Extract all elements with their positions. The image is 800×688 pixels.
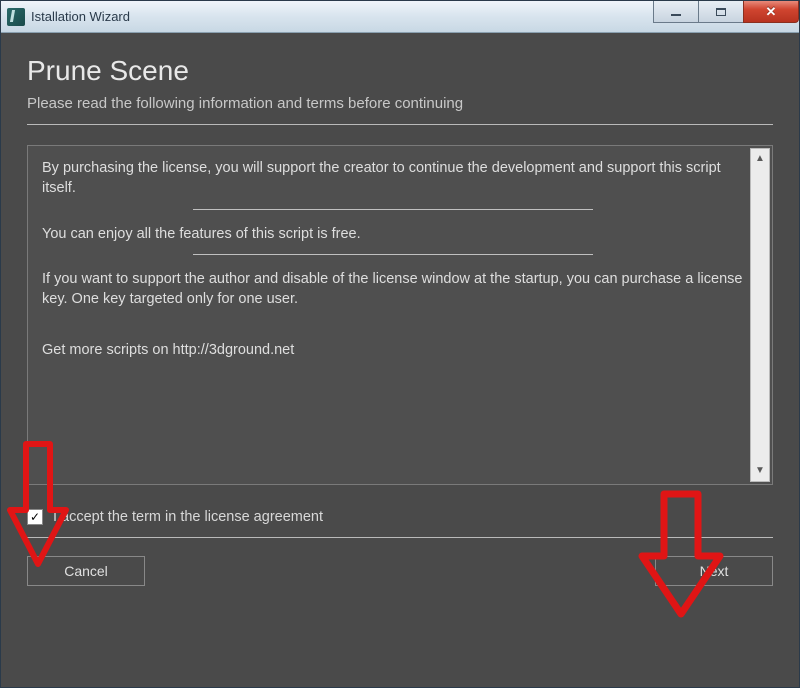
close-button[interactable]: ✕ xyxy=(743,1,799,23)
accept-label: I accept the term in the license agreeme… xyxy=(53,509,323,525)
license-paragraph: Get more scripts on http://3dground.net xyxy=(42,340,744,360)
scrollbar[interactable]: ▲ ▼ xyxy=(750,148,770,482)
installer-window: Istallation Wizard ✕ Prune Scene Please … xyxy=(0,0,800,688)
maximize-button[interactable] xyxy=(698,1,744,23)
divider xyxy=(193,254,593,255)
scroll-down-icon[interactable]: ▼ xyxy=(755,461,765,481)
next-button[interactable]: Next xyxy=(655,556,773,586)
page-title: Prune Scene xyxy=(27,55,773,87)
license-paragraph: By purchasing the license, you will supp… xyxy=(42,158,744,199)
close-icon: ✕ xyxy=(766,4,777,20)
divider xyxy=(27,537,773,538)
minimize-icon xyxy=(671,14,681,16)
divider xyxy=(193,209,593,210)
maximize-icon xyxy=(716,8,726,16)
page-subtitle: Please read the following information an… xyxy=(27,95,773,112)
cancel-button[interactable]: Cancel xyxy=(27,556,145,586)
window-controls: ✕ xyxy=(654,1,799,25)
titlebar[interactable]: Istallation Wizard ✕ xyxy=(1,1,799,33)
wizard-body: Prune Scene Please read the following in… xyxy=(1,33,799,687)
window-title: Istallation Wizard xyxy=(31,9,130,24)
accept-checkbox[interactable]: ✓ xyxy=(27,509,43,525)
license-paragraph: If you want to support the author and di… xyxy=(42,269,744,310)
divider xyxy=(27,124,773,125)
button-row: Cancel Next xyxy=(27,556,773,586)
scroll-up-icon[interactable]: ▲ xyxy=(755,149,765,169)
license-text-area[interactable]: By purchasing the license, you will supp… xyxy=(27,145,773,485)
accept-row: ✓ I accept the term in the license agree… xyxy=(27,509,773,525)
minimize-button[interactable] xyxy=(653,1,699,23)
license-paragraph: You can enjoy all the features of this s… xyxy=(42,224,744,244)
app-icon xyxy=(7,8,25,26)
